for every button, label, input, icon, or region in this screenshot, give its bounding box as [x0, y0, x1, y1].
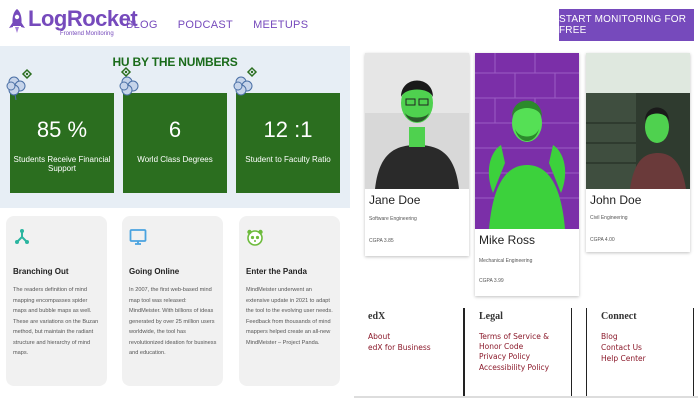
profile-photo: [586, 53, 690, 189]
footer-link-contact[interactable]: Contact Us: [601, 343, 642, 352]
footer-link-help[interactable]: Help Center: [601, 354, 646, 363]
logo-name: LogRocket: [28, 6, 138, 31]
start-monitoring-button[interactable]: START MONITORING FOR FREE: [559, 9, 694, 41]
flower-icon: [233, 66, 258, 96]
nav-link-podcast[interactable]: PODCAST: [178, 19, 233, 31]
stat-card-ratio: 12 :1 Student to Faculty Ratio: [236, 93, 340, 193]
info-card-text: In 2007, the first web-based mind map to…: [129, 287, 217, 356]
profile-department: Civil Engineering: [590, 215, 628, 221]
profile-department: Mechanical Engineering: [479, 258, 533, 264]
stat-card-degrees: 6 World Class Degrees: [123, 93, 227, 193]
footer-heading: edX: [368, 311, 386, 322]
info-card-branching: Branching Out The readers definition of …: [6, 216, 107, 386]
footer-link-privacy[interactable]: Privacy Policy: [479, 352, 530, 361]
footer-link-about[interactable]: About: [368, 332, 390, 341]
stat-label: World Class Degrees: [137, 155, 213, 164]
stat-number: 6: [168, 117, 182, 142]
nav-link-blog[interactable]: BLOG: [126, 19, 158, 31]
stats-title: HU BY THE NUMBERS: [112, 55, 238, 69]
footer-heading: Connect: [601, 311, 637, 322]
profile-gpa: CGPA 3.85: [369, 238, 394, 244]
stat-card-financial: 85 % Students Receive Financial Support: [10, 93, 114, 193]
flower-icon: [119, 66, 139, 96]
info-card-text: MindMeister underwent an extensive updat…: [246, 287, 333, 346]
footer-link-blog[interactable]: Blog: [601, 332, 618, 341]
footer-column-edx: edX About edX for Business: [354, 308, 464, 398]
profile-name: Jane Doe: [369, 193, 421, 207]
profile-name: John Doe: [590, 193, 642, 207]
profile-photo: [365, 53, 469, 189]
panda-icon: [247, 229, 263, 246]
rocket-icon: [9, 9, 25, 33]
footer-column-legal: Legal Terms of Service & Honor Code Priv…: [464, 308, 572, 398]
stat-label: Student to Faculty Ratio: [245, 155, 331, 164]
profile-card-jane[interactable]: Jane Doe Software Engineering CGPA 3.85: [365, 53, 469, 256]
branch-icon: [15, 229, 29, 244]
profile-gpa: CGPA 4.00: [590, 237, 615, 243]
footer-divider: [354, 396, 698, 398]
footer-link-honor-code[interactable]: Honor Code: [479, 342, 523, 351]
monitor-icon: [129, 229, 147, 245]
footer-column-connect: Connect Blog Contact Us Help Center: [586, 308, 694, 398]
stat-label: Students Receive Financial Support: [13, 155, 111, 173]
info-card-title: Going Online: [129, 267, 180, 276]
logo-tagline: Frontend Monitoring: [60, 31, 114, 37]
profile-photo: [475, 53, 579, 229]
footer-heading: Legal: [479, 311, 503, 322]
profile-card-mike[interactable]: Mike Ross Mechanical Engineering CGPA 3.…: [475, 53, 579, 296]
flower-icon: [6, 68, 33, 100]
info-card-title: Enter the Panda: [246, 267, 307, 276]
footer-link-edx-business[interactable]: edX for Business: [368, 343, 431, 352]
info-card-online: Going Online In 2007, the first web-base…: [122, 216, 223, 386]
profile-name: Mike Ross: [479, 233, 536, 247]
profile-gpa: CGPA 3.99: [479, 278, 504, 284]
logo[interactable]: LogRocket Frontend Monitoring: [8, 6, 138, 37]
profile-department: Software Engineering: [369, 216, 417, 222]
footer-link-terms[interactable]: Terms of Service &: [479, 332, 549, 341]
profile-card-john[interactable]: John Doe Civil Engineering CGPA 4.00: [586, 53, 690, 252]
info-card-text: The readers definition of mind mapping e…: [13, 287, 99, 356]
info-card-panda: Enter the Panda MindMeister underwent an…: [239, 216, 340, 386]
stat-number: 12 :1: [263, 117, 313, 142]
main-nav: BLOG PODCAST MEETUPS: [126, 19, 308, 31]
info-card-title: Branching Out: [13, 267, 69, 276]
site-header: LogRocket Frontend Monitoring BLOG PODCA…: [0, 0, 700, 46]
nav-link-meetups[interactable]: MEETUPS: [253, 19, 308, 31]
footer-link-accessibility[interactable]: Accessibility Policy: [479, 363, 549, 372]
stat-number: 85 %: [36, 117, 88, 142]
